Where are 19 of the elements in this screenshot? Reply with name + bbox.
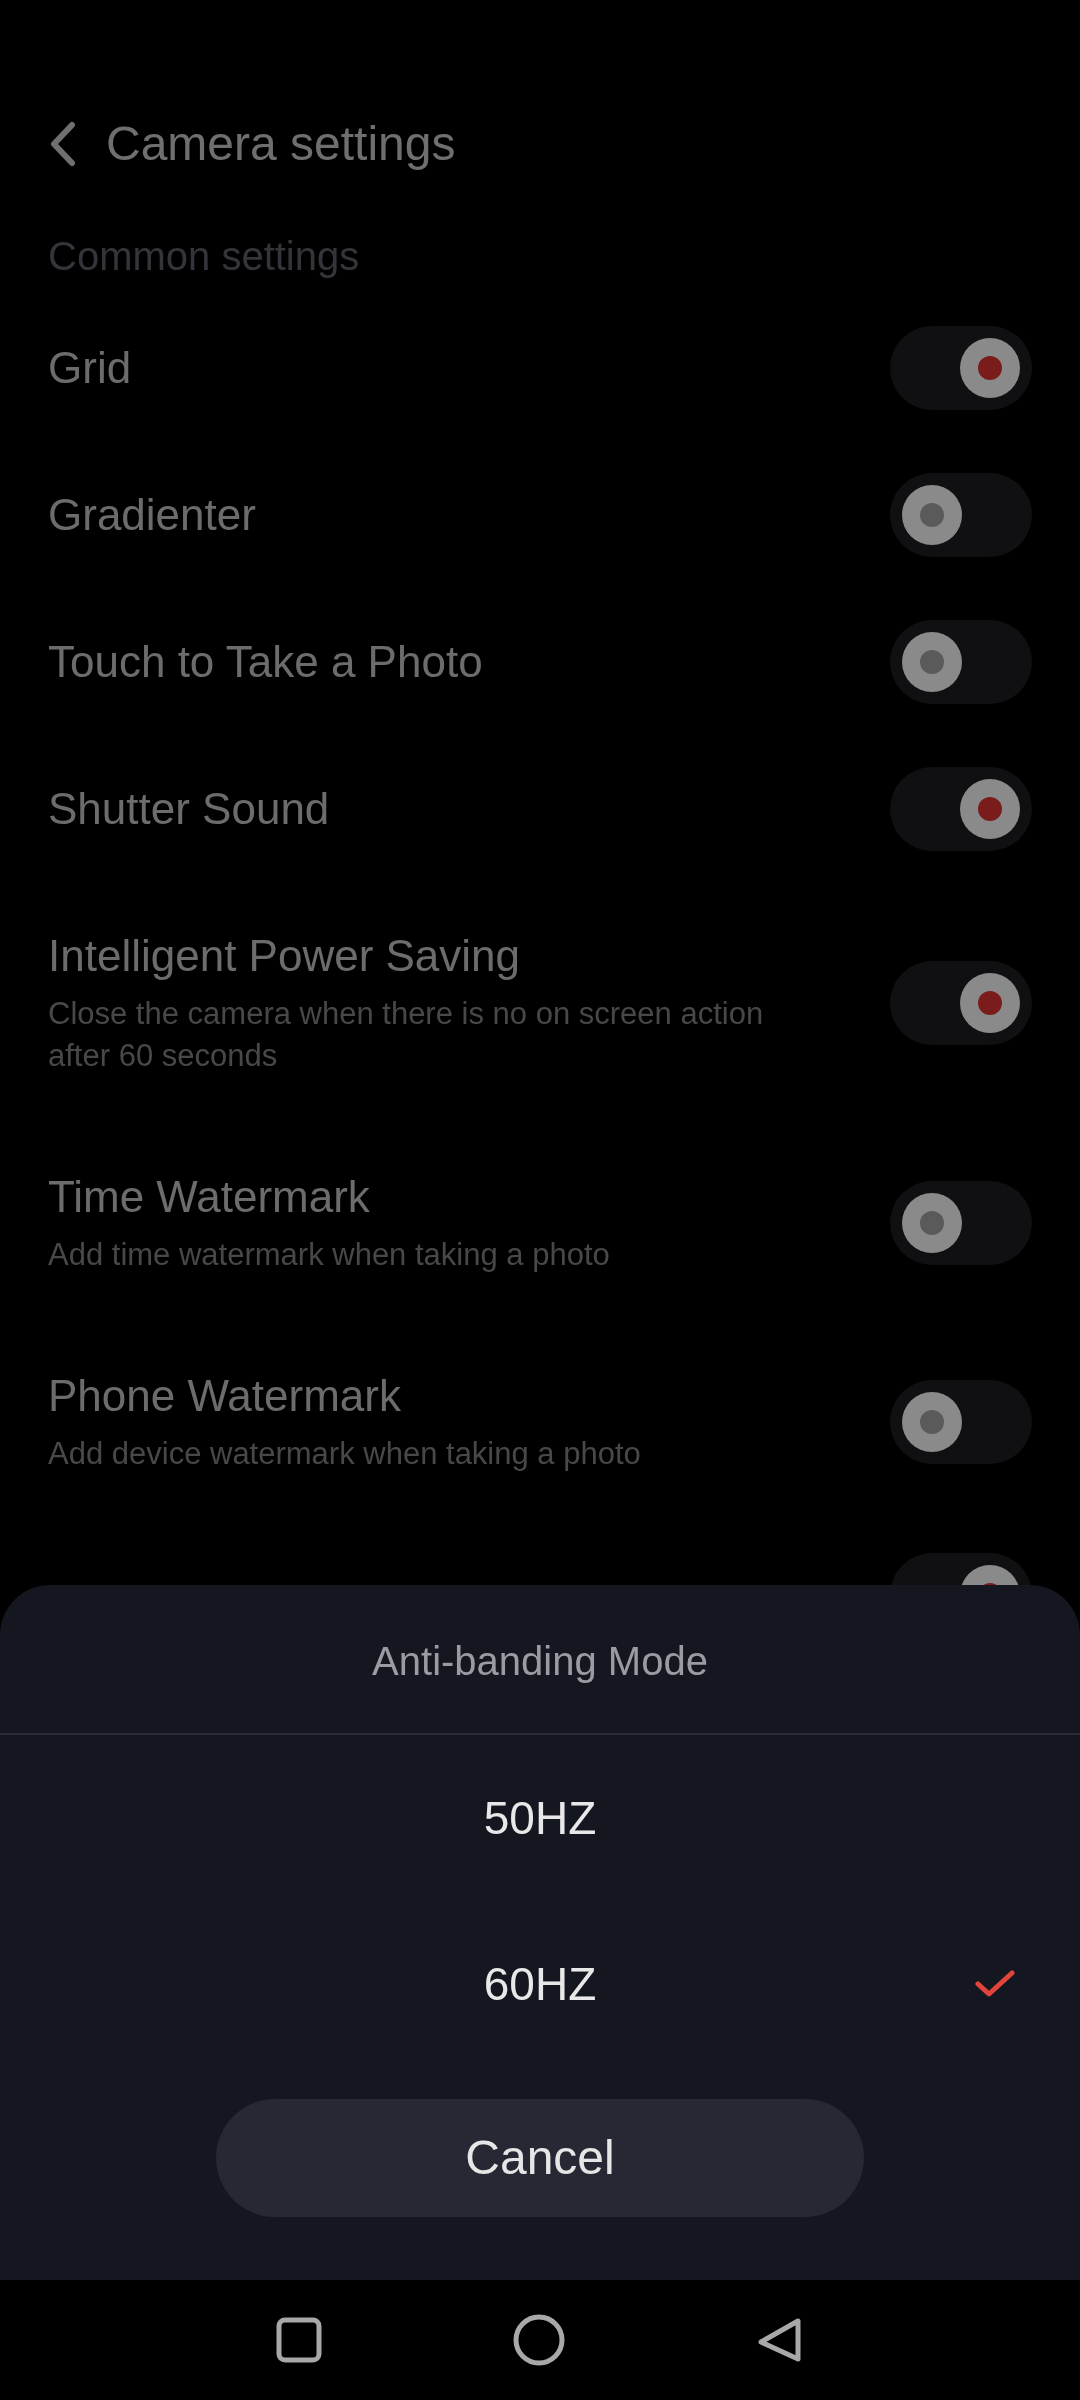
sheet-title: Anti-banding Mode [372,1641,708,1681]
cancel-button[interactable]: Cancel [216,2099,864,2217]
setting-label: Grid [48,342,133,394]
setting-label: Phone Watermark [48,1370,402,1422]
setting-description: Add time watermark when taking a photo [48,1236,611,1274]
setting-label: Shutter Sound [48,783,331,835]
recents-icon[interactable] [275,2317,322,2363]
page-title: Camera settings [106,120,456,168]
home-icon[interactable] [513,2314,565,2366]
option-item[interactable]: 50HZ [483,1783,597,1853]
setting-label: Touch to Take a Photo [48,636,484,688]
setting-description: Add device watermark when taking a photo [48,1435,642,1473]
setting-label: Intelligent Power Saving [48,930,522,982]
setting-description: Close the camera when there is no on screen action after 60 seconds [48,995,765,1075]
back-icon[interactable] [48,121,76,167]
option-item[interactable]: 60HZ [483,1949,597,2019]
section-title: Common settings [48,236,361,276]
setting-label: Time Watermark [48,1171,371,1223]
setting-label: Gradienter [48,489,257,541]
